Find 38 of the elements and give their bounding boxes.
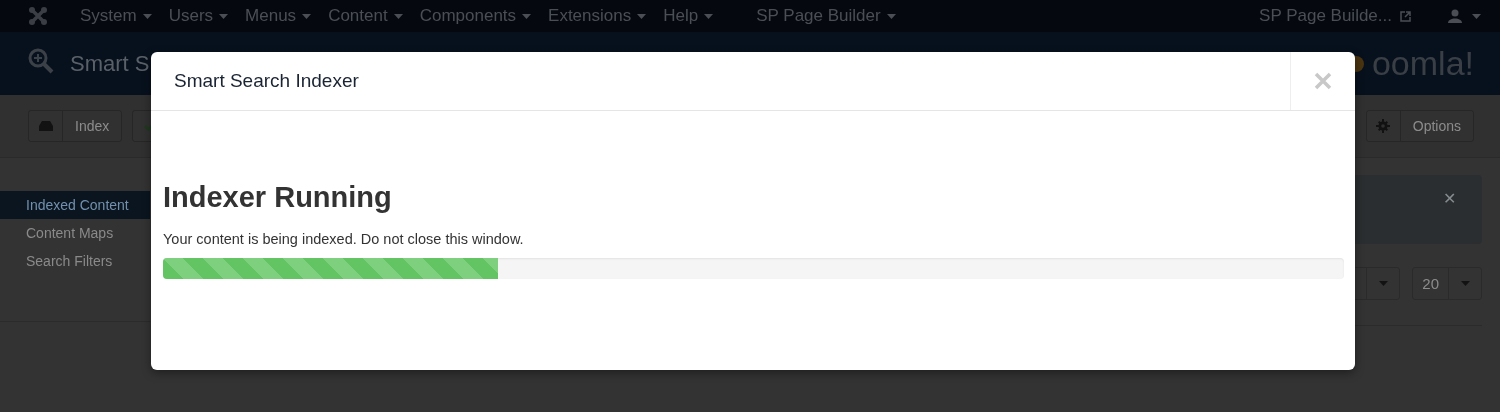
settings-icon bbox=[1376, 119, 1391, 133]
menu-item[interactable]: Menus bbox=[237, 6, 321, 26]
caret-icon bbox=[302, 13, 312, 19]
menu-item[interactable]: SP Page Builder bbox=[748, 6, 905, 26]
toolbar-button[interactable]: Index bbox=[28, 110, 123, 142]
caret-icon bbox=[142, 13, 152, 19]
caret-icon bbox=[393, 13, 403, 19]
drive-icon bbox=[38, 121, 53, 131]
caret-icon bbox=[1378, 281, 1388, 286]
modal-title: Smart Search Indexer bbox=[173, 70, 359, 92]
joomla-logo-icon[interactable] bbox=[28, 6, 48, 26]
close-icon bbox=[1314, 72, 1332, 90]
caret-icon bbox=[1472, 13, 1481, 19]
caret-icon bbox=[637, 13, 647, 19]
external-link-icon bbox=[1400, 10, 1411, 22]
menu-item[interactable]: System bbox=[72, 6, 161, 26]
status-message: Your content is being indexed. Do not close this window. bbox=[163, 230, 525, 248]
search-icon bbox=[28, 47, 54, 74]
sidebar-item[interactable]: Search Filters bbox=[0, 247, 150, 275]
page-title: Smart S bbox=[70, 50, 150, 77]
menu-item[interactable]: Users bbox=[160, 6, 238, 26]
toolbar-button[interactable]: Options bbox=[1365, 110, 1474, 142]
menu-item[interactable]: Content bbox=[320, 6, 412, 26]
close-icon[interactable]: ✕ bbox=[1443, 189, 1456, 208]
caret-icon bbox=[522, 13, 532, 19]
sidebar-item[interactable]: Content Maps bbox=[0, 219, 150, 247]
site-link[interactable]: SP Page Builde... bbox=[1251, 6, 1420, 26]
menu-item[interactable]: Help bbox=[655, 6, 723, 26]
menu-item[interactable]: Components bbox=[411, 6, 541, 26]
select-field[interactable]: 20 bbox=[1412, 267, 1482, 300]
sidebar-item[interactable]: Indexed Content bbox=[0, 191, 150, 219]
status-heading: Indexer Running bbox=[163, 180, 393, 214]
menu-item[interactable]: Extensions bbox=[540, 6, 656, 26]
caret-icon bbox=[704, 13, 714, 19]
caret-icon bbox=[1460, 281, 1470, 286]
caret-icon bbox=[886, 13, 896, 19]
caret-icon bbox=[219, 13, 229, 19]
user-icon bbox=[1448, 9, 1462, 23]
